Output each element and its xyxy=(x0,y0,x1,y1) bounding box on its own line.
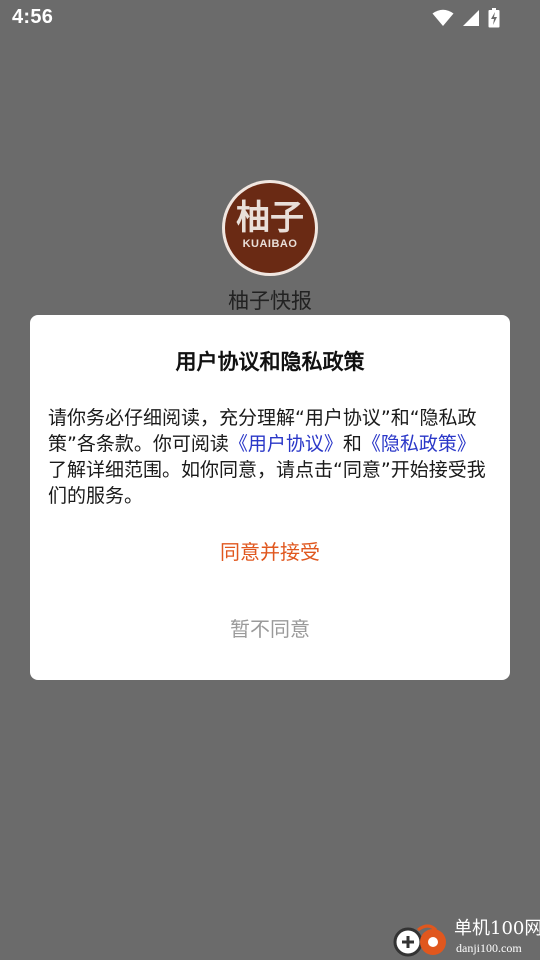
agreement-dialog: 用户协议和隐私政策 请你务必仔细阅读，充分理解“用户协议”和“隐私政策”各条款。… xyxy=(30,315,510,680)
battery-charging-icon xyxy=(488,8,500,28)
status-time: 4:56 xyxy=(12,6,54,28)
dialog-body-text: 和 xyxy=(342,433,362,455)
dialog-body-text: 了解详细范围。如你同意，请点击“同意”开始接受我们的服务。 xyxy=(48,459,486,507)
watermark-title: 单机100网 xyxy=(454,918,540,939)
dialog-body: 请你务必仔细阅读，充分理解“用户协议”和“隐私政策”各条款。你可阅读《用户协议》… xyxy=(48,405,494,509)
app-name: 柚子快报 xyxy=(228,289,312,313)
watermark-logo-icon xyxy=(393,924,446,957)
app-logo-text: 柚子 xyxy=(236,198,304,238)
watermark-url: danji100.com xyxy=(456,941,522,955)
user-agreement-link[interactable]: 《用户协议》 xyxy=(229,433,343,455)
app-logo: 柚子 KUAIBAO xyxy=(222,180,318,276)
app-logo-subtext: KUAIBAO xyxy=(242,238,298,250)
accept-button[interactable]: 同意并接受 xyxy=(130,532,410,572)
wifi-icon xyxy=(432,9,454,27)
signal-icon xyxy=(462,9,480,27)
app-logo-badge: 柚子 KUAIBAO xyxy=(225,183,315,273)
status-icons xyxy=(432,7,500,29)
status-bar: 4:56 xyxy=(0,0,540,36)
dialog-title: 用户协议和隐私政策 xyxy=(175,350,365,374)
watermark: 单机100网 danji100.com xyxy=(392,916,540,960)
decline-button[interactable]: 暂不同意 xyxy=(130,609,410,649)
privacy-policy-link[interactable]: 《隐私政策》 xyxy=(362,433,476,455)
